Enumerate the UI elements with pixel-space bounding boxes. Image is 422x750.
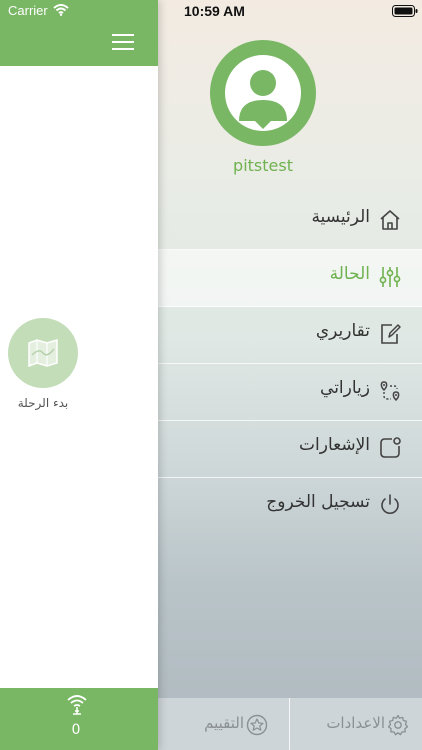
clock: 10:59 AM [184, 3, 245, 19]
menu-item-logout[interactable]: تسجيل الخروج [158, 478, 422, 534]
settings-label: الاعدادات [326, 714, 385, 732]
menu-item-label: زياراتي [320, 378, 370, 398]
user-icon [239, 70, 287, 129]
menu-item-notifications[interactable]: الإشعارات [158, 421, 422, 478]
network-signal-icon [67, 695, 87, 715]
map-icon [28, 339, 58, 367]
gear-icon [387, 714, 409, 736]
main-content-panel: بدء الرحلة 0 [0, 0, 158, 750]
sliders-icon [379, 267, 401, 287]
edit-report-icon [381, 324, 401, 344]
avatar-frame [225, 55, 301, 131]
menu-item-home[interactable]: الرئيسية [158, 193, 422, 250]
home-icon [380, 210, 400, 230]
main-footer: 0 [0, 688, 158, 750]
star-icon [246, 714, 268, 736]
app-screen: Carrier 10:59 AM بدء الرحلة 0 pitstest ا… [0, 0, 422, 750]
menu-item-label: الرئيسية [311, 207, 370, 227]
drawer-bottom-bar: التقييم الاعدادات [158, 698, 422, 750]
wifi-icon [53, 4, 69, 16]
start-trip-button[interactable] [8, 318, 78, 388]
menu-item-label: تقاريري [315, 321, 370, 341]
menu-item-reports[interactable]: تقاريري [158, 307, 422, 364]
status-bar: Carrier 10:59 AM [0, 0, 422, 24]
hamburger-menu-icon[interactable] [112, 34, 134, 52]
rate-button[interactable]: التقييم [158, 698, 288, 750]
menu-item-label: تسجيل الخروج [266, 492, 370, 512]
carrier-label: Carrier [8, 3, 48, 18]
footer-count: 0 [71, 722, 81, 738]
profile-avatar[interactable] [210, 40, 316, 146]
menu-item-status[interactable]: الحالة [158, 250, 422, 307]
rate-label: التقييم [204, 714, 244, 732]
menu-item-visits[interactable]: زياراتي [158, 364, 422, 421]
power-icon [381, 494, 399, 514]
menu-item-label: الإشعارات [299, 435, 370, 455]
username: pitstest [233, 156, 293, 175]
notification-icon [380, 437, 401, 458]
menu-item-label: الحالة [329, 264, 370, 284]
battery-icon [392, 5, 418, 17]
route-icon [380, 381, 400, 402]
start-trip-label: بدء الرحلة [17, 396, 69, 410]
settings-button[interactable]: الاعدادات [289, 698, 422, 750]
